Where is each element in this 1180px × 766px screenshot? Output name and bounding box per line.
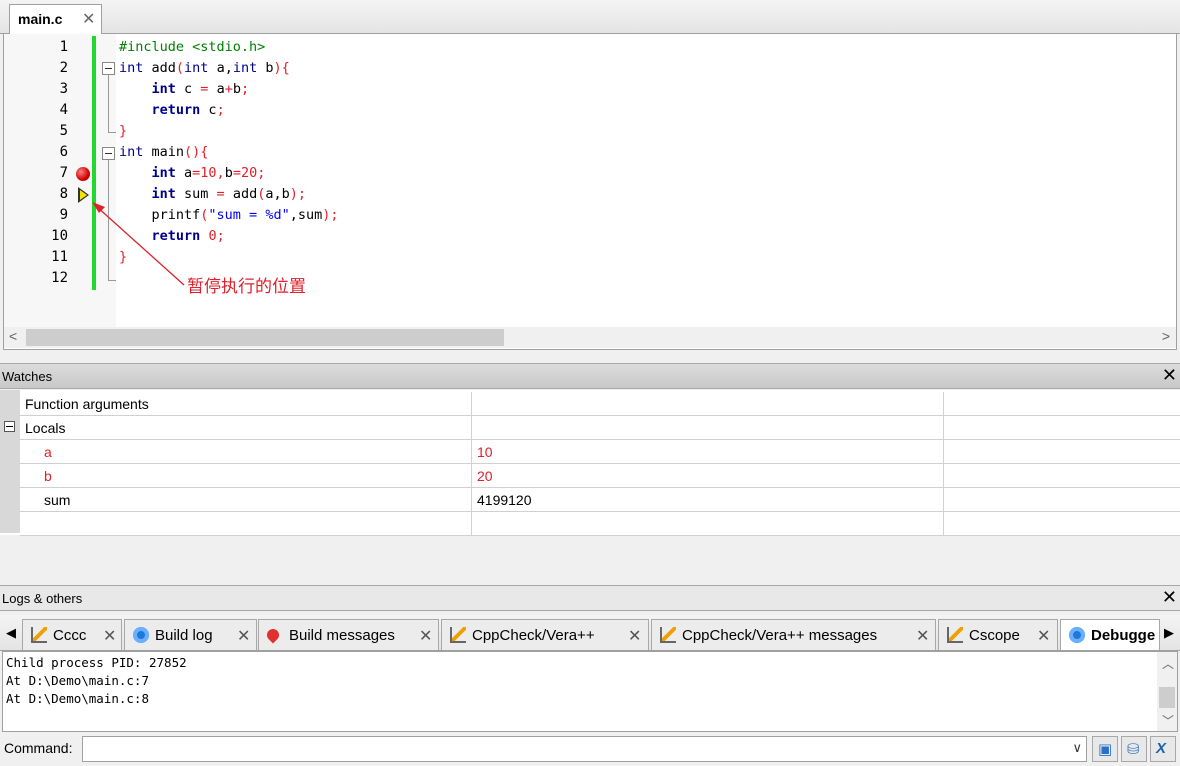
pencil-icon [450,627,466,643]
folder-icon: ⛁ [1127,741,1140,758]
watch-value: 20 [477,468,493,484]
watch-row[interactable]: a 10 [20,440,1180,464]
pin-icon [264,626,282,644]
pencil-icon [31,627,47,643]
watches-header: Watches ✕ [0,363,1180,389]
watches-title: Watches [2,369,53,384]
watch-name: sum [44,492,71,508]
gear-icon [1069,627,1085,643]
tab-build-log[interactable]: Build log ✕ [124,619,257,650]
tab-label: Cscope [969,627,1020,644]
watches-row-header [0,390,20,533]
logs-title: Logs & others [2,591,83,606]
send-command-button[interactable]: ▣ [1092,736,1118,762]
tab-label: Debugge [1091,627,1156,644]
editor-tab-main-c[interactable]: main.c ✕ [9,4,102,35]
editor-tab-label: main.c [18,11,63,27]
editor-tabstrip: main.c ✕ [0,0,1180,35]
watch-row-empty[interactable] [20,512,1180,536]
tab-label: Build messages [289,627,395,644]
watch-name: Function arguments [25,396,149,412]
pencil-icon [660,627,676,643]
collapse-icon[interactable] [4,421,15,432]
watch-name: a [44,444,52,460]
tabs-right-icon[interactable]: ▶ [1164,625,1174,641]
vertical-scrollbar[interactable]: ︿ ﹀ [1157,652,1177,731]
horizontal-scrollbar[interactable]: < > [4,327,1176,348]
tab-label: Build log [155,627,213,644]
close-icon[interactable]: ✕ [1162,365,1177,386]
watches-panel: Function arguments Locals a 10 b 20 sum … [0,390,1180,536]
close-icon[interactable]: ✕ [1162,587,1177,608]
watch-value: 4199120 [477,492,532,508]
scroll-left-icon[interactable]: < [9,328,17,344]
chevron-down-icon[interactable]: ∨ [1072,740,1082,756]
tab-cscope[interactable]: Cscope ✕ [938,619,1058,650]
scroll-thumb[interactable] [26,329,504,346]
watch-row[interactable]: sum 4199120 [20,488,1180,512]
close-icon[interactable]: ✕ [82,9,95,29]
tabs-left-icon[interactable]: ◀ [6,625,16,641]
debugger-log[interactable]: Child process PID: 27852 At D:\Demo\main… [2,651,1178,732]
load-file-button[interactable]: ⛁ [1121,736,1147,762]
tab-label: CppCheck/Vera++ [472,627,595,644]
run-icon: ▣ [1098,741,1113,758]
tab-cccc[interactable]: Cccc ✕ [22,619,122,650]
tab-cppcheck-messages[interactable]: CppCheck/Vera++ messages ✕ [651,619,936,650]
close-icon[interactable]: ✕ [628,626,641,646]
log-line: At D:\Demo\main.c:7 [6,673,149,688]
watch-row[interactable]: Function arguments [20,392,1180,416]
gear-icon [133,627,149,643]
command-label: Command: [4,740,73,756]
tab-cppcheck[interactable]: CppCheck/Vera++ ✕ [441,619,649,650]
log-line: At D:\Demo\main.c:8 [6,691,149,706]
watch-name: b [44,468,52,484]
command-input[interactable]: ∨ [82,736,1087,762]
code-editor[interactable]: 1 2 3 4 5 6 7 8 9 10 11 12 #include <std… [3,34,1177,350]
close-icon[interactable]: ✕ [1037,626,1050,646]
close-icon[interactable]: ✕ [237,626,250,646]
tab-label: Cccc [53,627,87,644]
watch-row[interactable]: b 20 [20,464,1180,488]
watch-value: 10 [477,444,493,460]
tab-label: CppCheck/Vera++ messages [682,627,878,644]
tab-debugger[interactable]: Debugge [1060,619,1160,650]
logs-header: Logs & others ✕ [0,585,1180,611]
watch-name: Locals [25,420,66,436]
scroll-down-icon[interactable]: ﹀ [1162,712,1174,729]
scroll-right-icon[interactable]: > [1162,328,1170,344]
clear-button[interactable]: X [1150,736,1176,762]
scroll-thumb[interactable] [1159,687,1175,708]
clear-icon: X [1156,740,1167,757]
tab-build-messages[interactable]: Build messages ✕ [258,619,439,650]
logs-tabstrip: ◀ Cccc ✕ Build log ✕ Build messages ✕ Cp… [0,615,1180,651]
close-icon[interactable]: ✕ [916,626,929,646]
close-icon[interactable]: ✕ [419,626,432,646]
watch-row[interactable]: Locals [20,416,1180,440]
pencil-icon [947,627,963,643]
close-icon[interactable]: ✕ [103,626,116,646]
scroll-up-icon[interactable]: ︿ [1162,655,1174,672]
command-bar: Command: ∨ ▣ ⛁ X [0,732,1180,766]
log-line: Child process PID: 27852 [6,655,187,670]
annotation-label: 暂停执行的位置 [187,277,306,297]
